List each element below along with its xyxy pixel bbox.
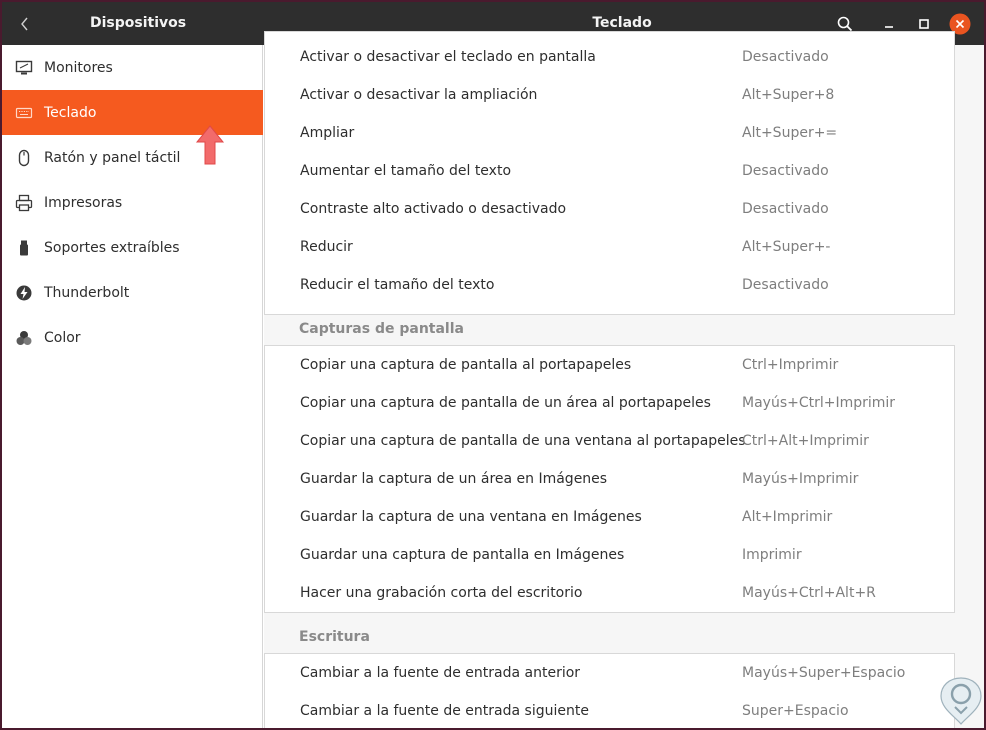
shortcut-accel: Mayús+Ctrl+Alt+R — [742, 585, 876, 601]
list-item[interactable]: Reducir el tamaño del texto Desactivado — [265, 274, 954, 312]
shortcut-accel: Imprimir — [742, 547, 802, 563]
printer-icon — [15, 194, 33, 212]
shortcut-accel: Ctrl+Alt+Imprimir — [742, 433, 869, 449]
mouse-icon — [15, 149, 33, 167]
color-icon — [15, 329, 33, 347]
shortcut-label: Guardar la captura de un área en Imágene… — [300, 471, 608, 487]
sidebar-item-soportes[interactable]: Soportes extraíbles — [2, 225, 263, 270]
back-chevron-icon — [21, 17, 28, 31]
sidebar-item-label: Soportes extraíbles — [44, 239, 180, 256]
list-item[interactable]: Guardar la captura de un área en Imágene… — [265, 468, 954, 506]
list-item[interactable]: Activar o desactivar el teclado en panta… — [265, 46, 954, 84]
shortcuts-pane: Activar o desactivar el teclado en panta… — [264, 31, 984, 728]
shortcut-accel: Alt+Super+- — [742, 239, 831, 255]
shortcut-accel: Mayús+Ctrl+Imprimir — [742, 395, 896, 411]
list-item[interactable]: Ampliar Alt+Super+= — [265, 122, 954, 160]
shortcut-accel: Super+Espacio — [742, 703, 849, 719]
accessibility-shortcuts-list: Activar o desactivar el teclado en panta… — [264, 31, 955, 315]
shortcut-accel: Alt+Super+8 — [742, 87, 835, 103]
shortcut-label: Hacer una grabación corta del escritorio — [300, 585, 583, 601]
shortcut-accel: Desactivado — [742, 277, 829, 293]
shortcut-accel: Ctrl+Imprimir — [742, 357, 839, 373]
sidebar-item-color[interactable]: Color — [2, 315, 263, 360]
section-header-typing: Escritura — [299, 629, 370, 645]
sidebar-item-label: Ratón y panel táctil — [44, 149, 181, 166]
shortcut-accel: Alt+Super+= — [742, 125, 838, 141]
list-item[interactable]: Activar o desactivar la ampliación Alt+S… — [265, 84, 954, 122]
shortcut-accel: Alt+Imprimir — [742, 509, 833, 525]
shortcut-label: Copiar una captura de pantalla de una ve… — [300, 433, 746, 449]
shortcut-label: Copiar una captura de pantalla de un áre… — [300, 395, 711, 411]
solvetic-logo-icon — [940, 677, 982, 725]
shortcut-accel: Desactivado — [742, 49, 829, 65]
shortcut-label: Copiar una captura de pantalla al portap… — [300, 357, 632, 373]
screenshot-shortcuts-list: Copiar una captura de pantalla al portap… — [264, 345, 955, 613]
shortcut-label: Cambiar a la fuente de entrada siguiente — [300, 703, 589, 719]
minimize-icon — [885, 26, 893, 28]
list-item[interactable]: Copiar una captura de pantalla de un áre… — [265, 392, 954, 430]
devices-sidebar: Monitores Teclado Ratón y panel táctil I… — [2, 45, 263, 728]
list-item[interactable]: Guardar una captura de pantalla en Imáge… — [265, 544, 954, 582]
sidebar-item-label: Impresoras — [44, 194, 123, 211]
sidebar-item-impresoras[interactable]: Impresoras — [2, 180, 263, 225]
thunderbolt-icon — [15, 284, 33, 302]
sidebar-item-label: Teclado — [44, 104, 97, 121]
typing-shortcuts-list: Cambiar a la fuente de entrada anterior … — [264, 653, 955, 728]
monitor-icon — [15, 59, 33, 77]
shortcut-label: Reducir el tamaño del texto — [300, 277, 495, 293]
list-item[interactable]: Hacer una grabación corta del escritorio… — [265, 582, 954, 620]
shortcut-label: Reducir — [300, 239, 353, 255]
list-item[interactable]: Copiar una captura de pantalla de una ve… — [265, 430, 954, 468]
settings-window: Dispositivos Teclado Monitores Teclado R… — [2, 2, 984, 728]
shortcut-label: Cambiar a la fuente de entrada anterior — [300, 665, 581, 681]
sidebar-item-label: Color — [44, 329, 81, 346]
shortcut-label: Ampliar — [300, 125, 355, 141]
search-icon — [837, 16, 853, 32]
media-icon — [15, 239, 33, 257]
sidebar-item-monitores[interactable]: Monitores — [2, 45, 263, 90]
list-item[interactable]: Aumentar el tamaño del texto Desactivado — [265, 160, 954, 198]
list-item[interactable]: Contraste alto activado o desactivado De… — [265, 198, 954, 236]
list-item[interactable]: Reducir Alt+Super+- — [265, 236, 954, 274]
shortcut-accel: Desactivado — [742, 163, 829, 179]
shortcut-accel: Mayús+Imprimir — [742, 471, 859, 487]
shortcut-label: Activar o desactivar la ampliación — [300, 87, 538, 103]
sidebar-item-thunderbolt[interactable]: Thunderbolt — [2, 270, 263, 315]
list-item[interactable]: Cambiar a la fuente de entrada anterior … — [265, 662, 954, 700]
keyboard-icon — [15, 104, 33, 122]
back-button[interactable] — [12, 10, 38, 38]
maximize-icon — [919, 19, 929, 29]
red-up-arrow-icon — [195, 125, 225, 165]
shortcut-accel: Desactivado — [742, 201, 829, 217]
sidebar-item-label: Thunderbolt — [44, 284, 130, 301]
list-item[interactable]: Copiar una captura de pantalla al portap… — [265, 354, 954, 392]
shortcut-label: Aumentar el tamaño del texto — [300, 163, 512, 179]
sidebar-item-label: Monitores — [44, 59, 113, 76]
section-header-screenshots: Capturas de pantalla — [299, 321, 464, 337]
list-item[interactable]: Guardar la captura de una ventana en Imá… — [265, 506, 954, 544]
shortcut-label: Contraste alto activado o desactivado — [300, 201, 567, 217]
shortcut-label: Activar o desactivar el teclado en panta… — [300, 49, 596, 65]
shortcut-label: Guardar la captura de una ventana en Imá… — [300, 509, 642, 525]
list-item[interactable]: Cambiar a la fuente de entrada siguiente… — [265, 700, 954, 728]
shortcut-accel: Mayús+Super+Espacio — [742, 665, 906, 681]
shortcut-label: Guardar una captura de pantalla en Imáge… — [300, 547, 625, 563]
panel-list-title: Dispositivos — [90, 15, 187, 31]
